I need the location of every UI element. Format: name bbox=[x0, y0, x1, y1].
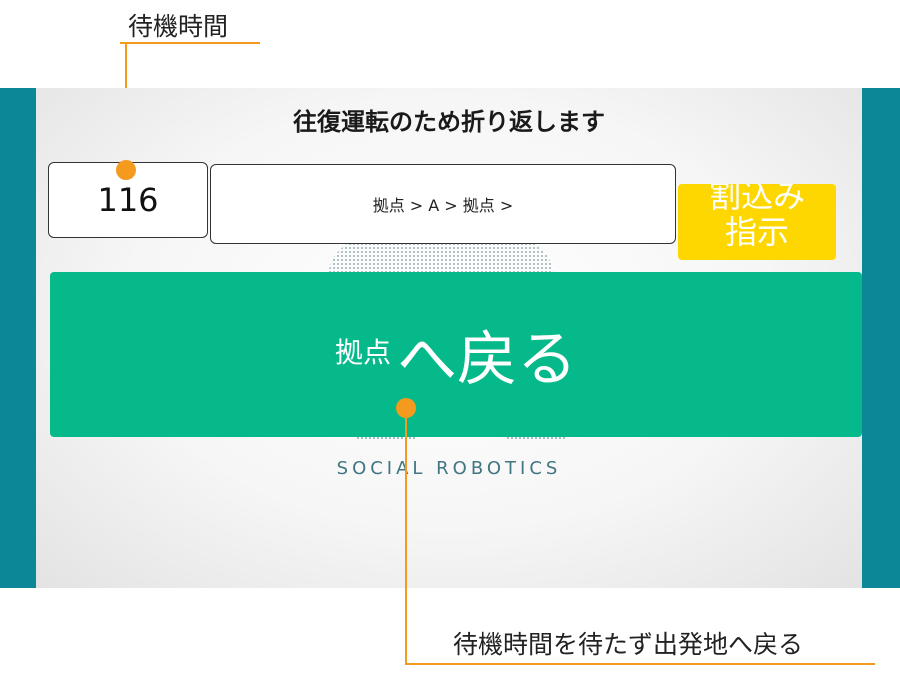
route-display: 拠点 > A > 拠点 > bbox=[210, 164, 676, 244]
callout-underline-top bbox=[120, 42, 260, 44]
return-callout-label: 待機時間を待たず出発地へ戻る bbox=[453, 630, 804, 659]
wait-time-value: 116 bbox=[97, 181, 159, 219]
wait-time-callout-label: 待機時間 bbox=[128, 12, 229, 41]
return-action-label: へ戻る bbox=[397, 325, 577, 395]
social-robotics-logo: SOCIAL ROBOTICS bbox=[336, 458, 562, 479]
callout-underline-bottom bbox=[405, 663, 875, 665]
device-screen: SOCIAL ROBOTICS 往復運転のため折り返します 116 拠点 > A… bbox=[0, 88, 900, 588]
route-text: 拠点 > A > 拠点 > bbox=[372, 196, 514, 215]
interrupt-instruction-button[interactable]: 割込み指示 bbox=[678, 184, 836, 260]
main-panel: SOCIAL ROBOTICS 往復運転のため折り返します 116 拠点 > A… bbox=[36, 88, 862, 588]
callout-leader-bottom bbox=[405, 408, 407, 664]
return-to-base-button[interactable]: 拠点 へ戻る bbox=[50, 272, 862, 437]
callout-dot-wait-time bbox=[116, 160, 136, 180]
interrupt-button-label: 割込み指示 bbox=[708, 184, 805, 251]
return-destination-label: 拠点 bbox=[334, 335, 391, 369]
status-title: 往復運転のため折り返します bbox=[293, 108, 605, 136]
